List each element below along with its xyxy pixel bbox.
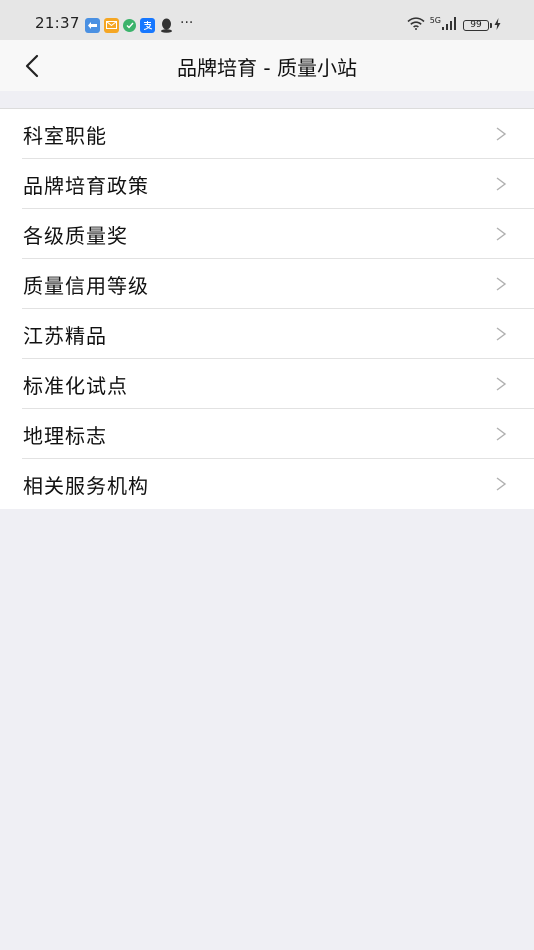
chevron-right-icon (496, 427, 507, 441)
menu-item-standardization-pilot[interactable]: 标准化试点 (0, 359, 534, 409)
chevron-right-icon (496, 127, 507, 141)
menu-item-label: 各级质量奖 (23, 223, 128, 248)
menu-item-geographical-indication[interactable]: 地理标志 (0, 409, 534, 459)
chevron-right-icon (496, 227, 507, 241)
chevron-right-icon (496, 177, 507, 191)
menu-item-service-agencies[interactable]: 相关服务机构 (0, 459, 534, 509)
navigation-bar: 品牌培育 - 质量小站 (0, 40, 534, 91)
qq-icon (159, 18, 174, 33)
menu-item-department-functions[interactable]: 科室职能 (0, 109, 534, 159)
notification-icons: ··· (85, 15, 194, 33)
chevron-right-icon (496, 477, 507, 491)
chevron-right-icon (496, 277, 507, 291)
status-time: 21:37 (35, 14, 80, 32)
status-bar: 21:37 ··· 5G 99 (0, 0, 534, 40)
menu-item-quality-awards[interactable]: 各级质量奖 (0, 209, 534, 259)
menu-item-credit-rating[interactable]: 质量信用等级 (0, 259, 534, 309)
menu-item-label: 地理标志 (23, 423, 107, 448)
network-label: 5G (429, 15, 441, 25)
shield-icon (123, 18, 136, 32)
page-title: 品牌培育 - 质量小站 (177, 56, 357, 80)
mail-icon (104, 17, 119, 33)
battery-icon: 99 (463, 19, 492, 31)
menu-item-label: 相关服务机构 (23, 473, 149, 498)
more-notifications-icon: ··· (180, 15, 194, 31)
menu-list: 科室职能 品牌培育政策 各级质量奖 质量信用等级 江苏精品 标准化试点 地理标志… (0, 108, 534, 509)
app-notification-icon (85, 17, 100, 33)
chevron-right-icon (496, 327, 507, 341)
system-icons: 5G 99 (407, 15, 501, 33)
menu-item-brand-policy[interactable]: 品牌培育政策 (0, 159, 534, 209)
menu-item-jiangsu-premium[interactable]: 江苏精品 (0, 309, 534, 359)
menu-item-label: 品牌培育政策 (23, 173, 149, 198)
menu-item-label: 质量信用等级 (23, 273, 149, 298)
menu-item-label: 科室职能 (23, 123, 107, 148)
alipay-icon (140, 17, 155, 33)
menu-item-label: 江苏精品 (23, 323, 107, 348)
signal-icon (442, 17, 458, 33)
chevron-right-icon (496, 377, 507, 391)
wifi-icon (407, 17, 425, 33)
battery-level: 99 (470, 19, 482, 30)
menu-item-label: 标准化试点 (23, 373, 128, 398)
charging-icon (494, 17, 501, 33)
